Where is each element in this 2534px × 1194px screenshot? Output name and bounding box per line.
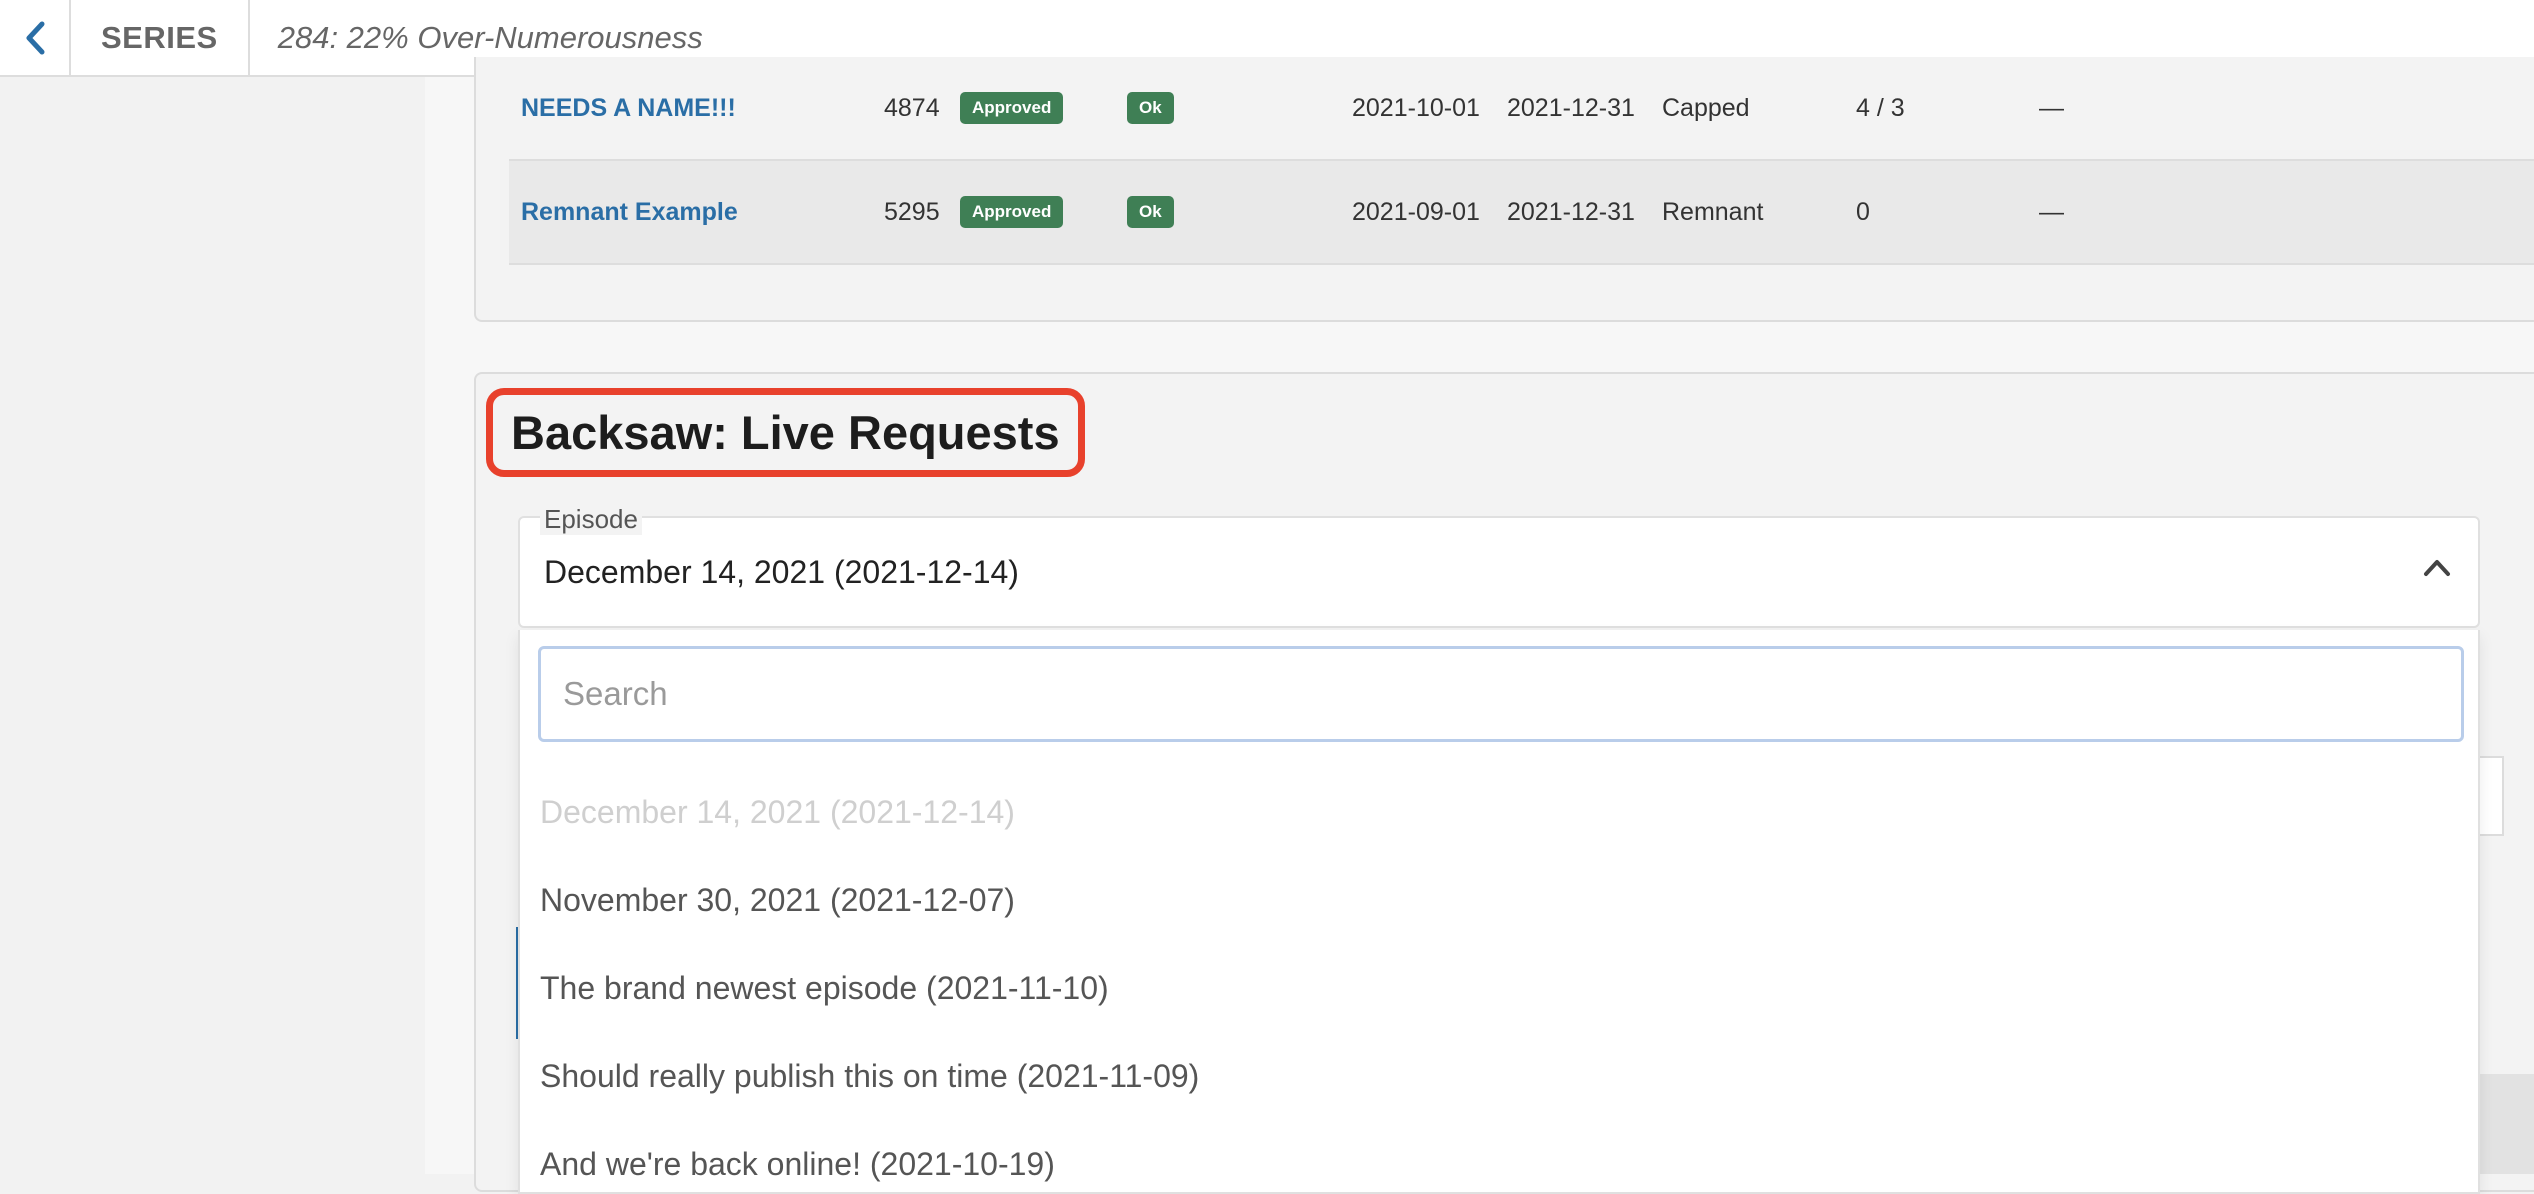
background-field-edge [2480, 756, 2504, 836]
episode-option[interactable]: The brand newest episode (2021-11-10) [520, 944, 2478, 1032]
start-date: 2021-10-01 [1352, 93, 1480, 122]
live-requests-panel: Backsaw: Live Requests Episode December … [474, 372, 2534, 1194]
episode-option[interactable]: And we're back online! (2021-10-19) [520, 1120, 2478, 1192]
check-badge: Ok [1127, 92, 1174, 124]
end-date: 2021-12-31 [1507, 197, 1635, 226]
campaign-extra: — [2039, 197, 2064, 226]
back-button[interactable] [0, 0, 71, 75]
heading-highlight: Backsaw: Live Requests [486, 388, 1085, 477]
chevron-left-icon [26, 21, 44, 54]
campaign-count: 4 / 3 [1856, 93, 1905, 122]
episode-option[interactable]: November 30, 2021 (2021-12-07) [520, 856, 2478, 944]
episode-option: December 14, 2021 (2021-12-14) [540, 793, 1015, 830]
campaign-type: Remnant [1662, 197, 1764, 226]
start-date: 2021-09-01 [1352, 197, 1480, 226]
main-content: NEEDS A NAME!!! 4874 Approved Ok 2021-10… [425, 57, 2534, 1194]
campaign-id: 5295 [884, 197, 940, 226]
episode-select[interactable]: Episode December 14, 2021 (2021-12-14) [518, 504, 2480, 628]
sidebar [0, 77, 425, 1174]
check-badge: Ok [1127, 196, 1174, 228]
panel-heading: Backsaw: Live Requests [511, 406, 1060, 459]
status-badge: Approved [960, 92, 1064, 124]
table-row: NEEDS A NAME!!! 4874 Approved Ok 2021-10… [509, 57, 2534, 161]
episode-dropdown: December 14, 2021 (2021-12-14) November … [518, 630, 2480, 1194]
search-input[interactable] [538, 646, 2464, 742]
table-row: Remnant Example 5295 Approved Ok 2021-09… [509, 161, 2534, 265]
campaign-table-panel: NEEDS A NAME!!! 4874 Approved Ok 2021-10… [474, 57, 2534, 322]
episode-selected-value: December 14, 2021 (2021-12-14) [544, 553, 1019, 590]
campaign-type: Capped [1662, 93, 1750, 122]
episode-option[interactable]: Should really publish this on time (2021… [520, 1032, 2478, 1120]
campaign-name-link[interactable]: NEEDS A NAME!!! [521, 57, 736, 159]
status-badge: Approved [960, 196, 1064, 228]
campaign-extra: — [2039, 93, 2064, 122]
end-date: 2021-12-31 [1507, 93, 1635, 122]
chevron-up-icon[interactable] [2422, 556, 2452, 578]
campaign-id: 4874 [884, 93, 940, 122]
campaign-name-link[interactable]: Remnant Example [521, 161, 738, 263]
campaign-count: 0 [1856, 197, 1870, 226]
breadcrumb-series[interactable]: SERIES [71, 0, 250, 75]
